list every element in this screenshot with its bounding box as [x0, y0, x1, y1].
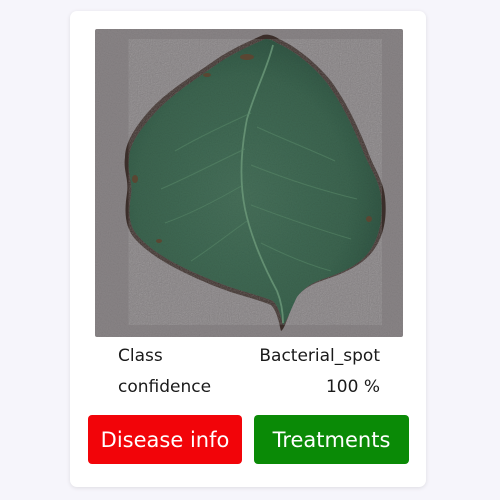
treatments-button[interactable]: Treatments: [254, 415, 409, 464]
disease-info-button[interactable]: Disease info: [88, 415, 242, 464]
class-label: Class: [118, 346, 163, 366]
confidence-row: confidence 100 %: [118, 377, 380, 401]
class-row: Class Bacterial_spot: [118, 346, 380, 370]
leaf-image: [95, 29, 403, 337]
class-value: Bacterial_spot: [259, 346, 380, 366]
confidence-value: 100 %: [325, 377, 380, 397]
confidence-label: confidence: [118, 377, 212, 397]
